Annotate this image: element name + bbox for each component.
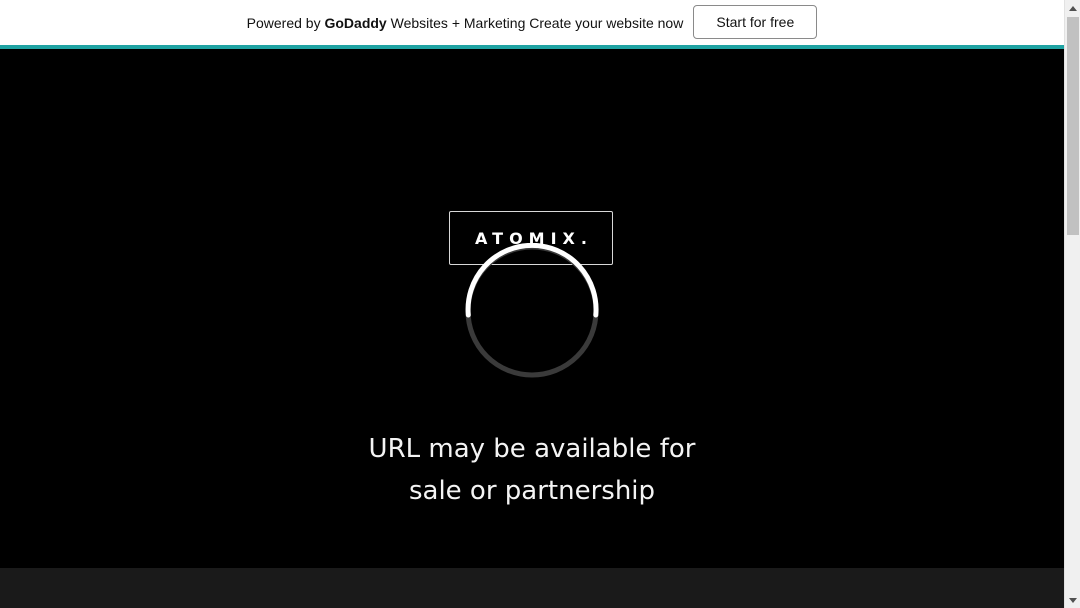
scrollbar-thumb[interactable]	[1067, 17, 1079, 235]
arrow-up-icon[interactable]	[1065, 0, 1080, 16]
footer-strip	[0, 568, 1064, 608]
loading-spinner-icon	[465, 243, 599, 378]
promo-suffix: Websites + Marketing Create your website…	[386, 14, 684, 31]
promo-banner-text: Powered by GoDaddy Websites + Marketing …	[247, 15, 684, 31]
godaddy-brand[interactable]: GoDaddy	[324, 15, 386, 31]
vertical-scrollbar[interactable]	[1064, 0, 1080, 608]
promo-banner-content: Powered by GoDaddy Websites + Marketing …	[0, 0, 1064, 45]
promo-banner: Powered by GoDaddy Websites + Marketing …	[0, 0, 1064, 45]
page-viewport: Powered by GoDaddy Websites + Marketing …	[0, 0, 1064, 608]
promo-prefix: Powered by	[246, 14, 325, 31]
start-for-free-button[interactable]: Start for free	[693, 5, 818, 39]
arrow-down-icon[interactable]	[1065, 592, 1080, 608]
headline-line-1: URL may be available for	[368, 434, 696, 464]
spinner-arc	[465, 243, 599, 318]
headline-line-2: sale or partnership	[408, 476, 656, 506]
availability-headline: URL may be available for sale or partner…	[332, 428, 732, 512]
